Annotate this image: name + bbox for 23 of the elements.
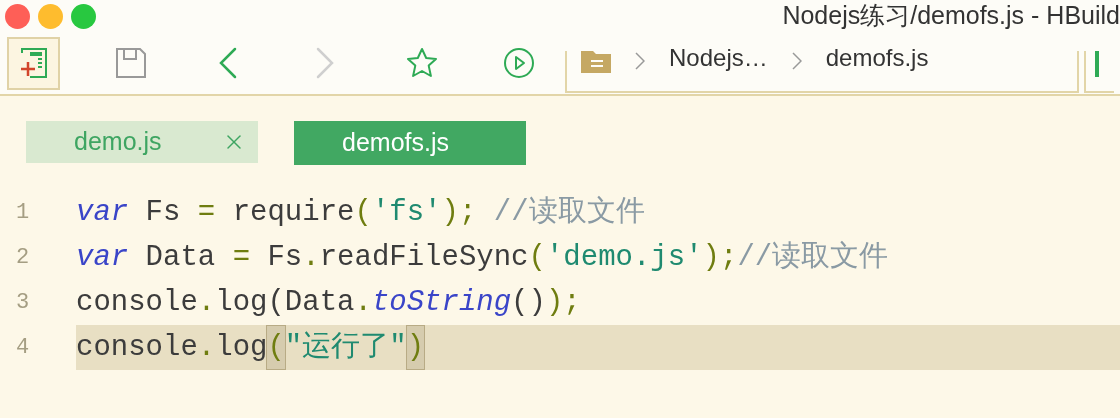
chevron-left-icon (217, 47, 238, 79)
line-number: 1 (15, 199, 31, 227)
chevron-right-icon (635, 52, 645, 70)
new-file-button[interactable] (7, 36, 60, 90)
chevron-right-icon (314, 47, 335, 79)
line-number: 3 (15, 289, 31, 317)
code-line: var Fs = require('fs'); //读取文件 (76, 194, 646, 231)
play-icon (502, 47, 535, 79)
folder-icon (581, 49, 611, 73)
line-number: 2 (15, 244, 31, 272)
save-icon (114, 47, 147, 79)
breadcrumb-item[interactable]: Nodejs… (669, 45, 768, 71)
window-title: Nodejs练习/demofs.js - HBuild (782, 0, 1120, 32)
breadcrumb-item[interactable]: demofs.js (825, 45, 929, 71)
code-line: console.log(Data.toString()); (76, 284, 582, 321)
close-window-button[interactable] (5, 3, 30, 29)
status-indicator (1095, 51, 1099, 77)
code-line: var Data = Fs.readFileSync('demo.js');//读取文件 (76, 239, 890, 276)
star-icon (405, 47, 438, 79)
minimize-window-button[interactable] (38, 3, 63, 29)
line-number: 4 (15, 334, 31, 362)
chevron-right-icon (791, 52, 802, 70)
zoom-window-button[interactable] (71, 3, 96, 29)
